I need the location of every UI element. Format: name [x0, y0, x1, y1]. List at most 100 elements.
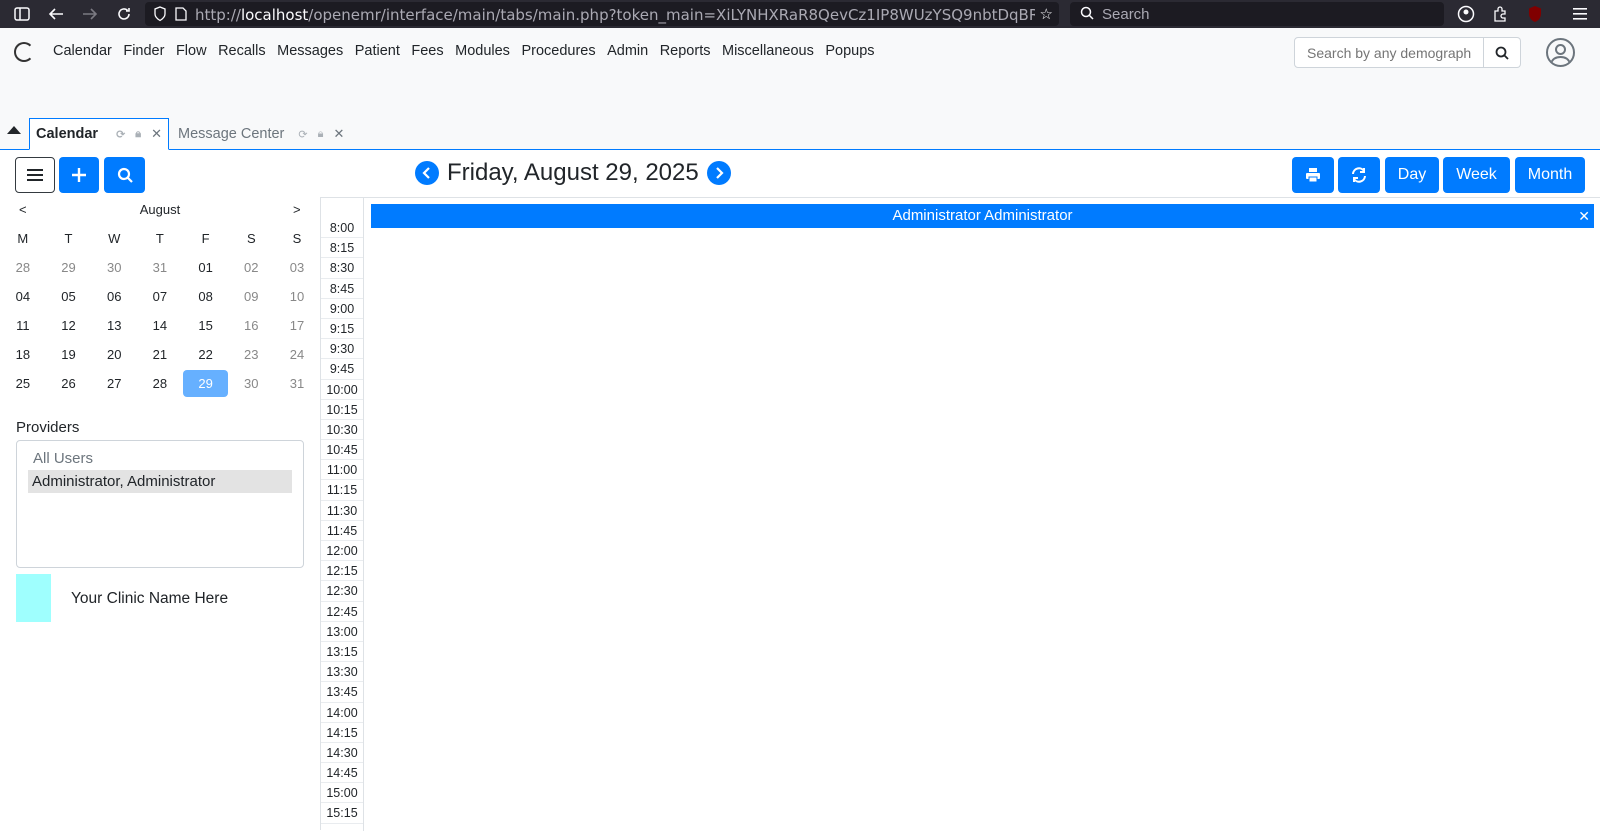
time-slot[interactable]: 15:15 — [321, 803, 363, 824]
mini-calendar-day[interactable]: 18 — [0, 341, 46, 368]
next-month-button[interactable]: > — [293, 202, 301, 217]
mini-calendar-day[interactable]: 21 — [137, 341, 183, 368]
time-slot[interactable]: 9:15 — [321, 319, 363, 340]
mini-calendar-day[interactable]: 30 — [228, 370, 274, 397]
menu-item-recalls[interactable]: Recalls — [218, 43, 266, 59]
providers-select[interactable]: All Users Administrator, Administrator — [16, 440, 304, 568]
time-slot[interactable]: 8:45 — [321, 279, 363, 299]
mini-calendar-day[interactable]: 28 — [137, 370, 183, 397]
extensions-icon[interactable] — [1489, 3, 1511, 25]
lock-tab-icon[interactable]: 🔒︎ — [318, 128, 324, 141]
openemr-logo-icon[interactable] — [14, 42, 34, 62]
mini-calendar-day[interactable]: 09 — [228, 283, 274, 310]
time-slot[interactable]: 11:30 — [321, 501, 363, 521]
close-icon[interactable]: ✕ — [1578, 204, 1590, 228]
time-slot[interactable]: 13:30 — [321, 662, 363, 683]
mini-calendar-day[interactable]: 05 — [46, 283, 92, 310]
menu-item-fees[interactable]: Fees — [411, 43, 443, 59]
time-slot[interactable]: 14:15 — [321, 723, 363, 743]
menu-item-reports[interactable]: Reports — [660, 43, 711, 59]
provider-option[interactable]: Administrator, Administrator — [28, 470, 292, 493]
time-slot[interactable]: 9:45 — [321, 359, 363, 380]
refresh-button[interactable] — [1338, 157, 1380, 193]
mini-calendar-day[interactable]: 02 — [228, 254, 274, 281]
menu-item-calendar[interactable]: Calendar — [53, 43, 112, 59]
time-slot[interactable]: 13:15 — [321, 642, 363, 663]
time-slot[interactable]: 13:00 — [321, 622, 363, 642]
time-slot[interactable]: 14:00 — [321, 703, 363, 723]
mini-calendar-day[interactable]: 06 — [91, 283, 137, 310]
previous-day-button[interactable] — [415, 161, 439, 185]
time-slot[interactable]: 12:30 — [321, 581, 363, 602]
time-slot[interactable]: 12:00 — [321, 541, 363, 562]
close-tab-icon[interactable]: ✕ — [333, 126, 344, 142]
mini-calendar-day[interactable]: 12 — [46, 312, 92, 339]
demographics-search-input[interactable] — [1294, 37, 1484, 68]
bookmark-star-icon[interactable]: ☆ — [1040, 5, 1053, 23]
browser-menu-icon[interactable] — [1569, 3, 1591, 25]
menu-item-procedures[interactable]: Procedures — [521, 43, 595, 59]
mini-calendar-day[interactable]: 29 — [182, 370, 229, 397]
lock-tab-icon[interactable]: 🔒︎ — [135, 128, 141, 141]
time-slot[interactable]: 10:30 — [321, 420, 363, 441]
mini-calendar-day[interactable]: 19 — [46, 341, 92, 368]
time-slot[interactable]: 13:45 — [321, 682, 363, 703]
reload-icon[interactable] — [113, 3, 135, 25]
mini-calendar-day[interactable]: 22 — [183, 341, 229, 368]
previous-month-button[interactable]: < — [19, 202, 27, 217]
mini-calendar-day[interactable]: 11 — [0, 312, 46, 339]
demographics-search-button[interactable] — [1484, 37, 1521, 68]
menu-item-flow[interactable]: Flow — [176, 43, 207, 59]
time-slot[interactable]: 9:30 — [321, 339, 363, 360]
menu-item-miscellaneous[interactable]: Miscellaneous — [722, 43, 814, 59]
mini-calendar-day[interactable]: 26 — [46, 370, 92, 397]
add-appointment-button[interactable] — [59, 157, 99, 193]
collapse-tabs-icon[interactable] — [6, 123, 22, 137]
mini-calendar-day[interactable]: 17 — [274, 312, 320, 339]
month-view-button[interactable]: Month — [1515, 157, 1585, 193]
time-slot[interactable]: 11:15 — [321, 480, 363, 501]
back-icon[interactable] — [45, 3, 67, 25]
time-slot[interactable]: 12:15 — [321, 561, 363, 582]
week-view-button[interactable]: Week — [1443, 157, 1510, 193]
mini-calendar-day[interactable]: 23 — [228, 341, 274, 368]
mini-calendar-day[interactable]: 20 — [91, 341, 137, 368]
time-slot[interactable]: 8:30 — [321, 258, 363, 279]
mini-calendar-day[interactable]: 07 — [137, 283, 183, 310]
browser-search-box[interactable]: Search — [1070, 2, 1444, 26]
day-view-button[interactable]: Day — [1385, 157, 1439, 193]
menu-item-modules[interactable]: Modules — [455, 43, 510, 59]
time-slot[interactable]: 11:00 — [321, 460, 363, 481]
toggle-sidebar-button[interactable] — [15, 157, 55, 193]
menu-item-patient[interactable]: Patient — [355, 43, 400, 59]
menu-item-finder[interactable]: Finder — [123, 43, 164, 59]
time-slot[interactable]: 12:45 — [321, 602, 363, 622]
mini-calendar-day[interactable]: 15 — [183, 312, 229, 339]
mini-calendar-day[interactable]: 08 — [183, 283, 229, 310]
mini-calendar-day[interactable]: 13 — [91, 312, 137, 339]
mini-calendar-day[interactable]: 01 — [183, 254, 229, 281]
mini-calendar-day[interactable]: 27 — [91, 370, 137, 397]
time-slot[interactable]: 10:45 — [321, 440, 363, 461]
refresh-tab-icon[interactable]: ⟳ — [116, 128, 125, 141]
mini-calendar-day[interactable]: 03 — [274, 254, 320, 281]
print-button[interactable] — [1292, 157, 1334, 193]
user-avatar-icon[interactable] — [1546, 38, 1575, 67]
refresh-tab-icon[interactable]: ⟳ — [298, 128, 307, 141]
search-appointments-button[interactable] — [104, 157, 145, 193]
account-icon[interactable] — [1455, 3, 1477, 25]
mini-calendar-day[interactable]: 31 — [274, 370, 320, 397]
mini-calendar-day[interactable]: 30 — [91, 254, 137, 281]
time-slot[interactable]: 10:00 — [321, 380, 363, 400]
provider-option[interactable]: All Users — [29, 447, 291, 470]
mini-calendar-day[interactable]: 04 — [0, 283, 46, 310]
sidebar-toggle-icon[interactable] — [11, 3, 33, 25]
time-slot[interactable]: 8:00 — [321, 218, 363, 239]
mini-calendar-day[interactable]: 25 — [0, 370, 46, 397]
menu-item-popups[interactable]: Popups — [825, 43, 874, 59]
time-slot[interactable]: 14:45 — [321, 763, 363, 784]
url-bar[interactable]: http://localhost/openemr/interface/main/… — [145, 2, 1059, 26]
mini-calendar-day[interactable]: 16 — [228, 312, 274, 339]
next-day-button[interactable] — [706, 161, 731, 185]
menu-item-messages[interactable]: Messages — [277, 43, 343, 59]
